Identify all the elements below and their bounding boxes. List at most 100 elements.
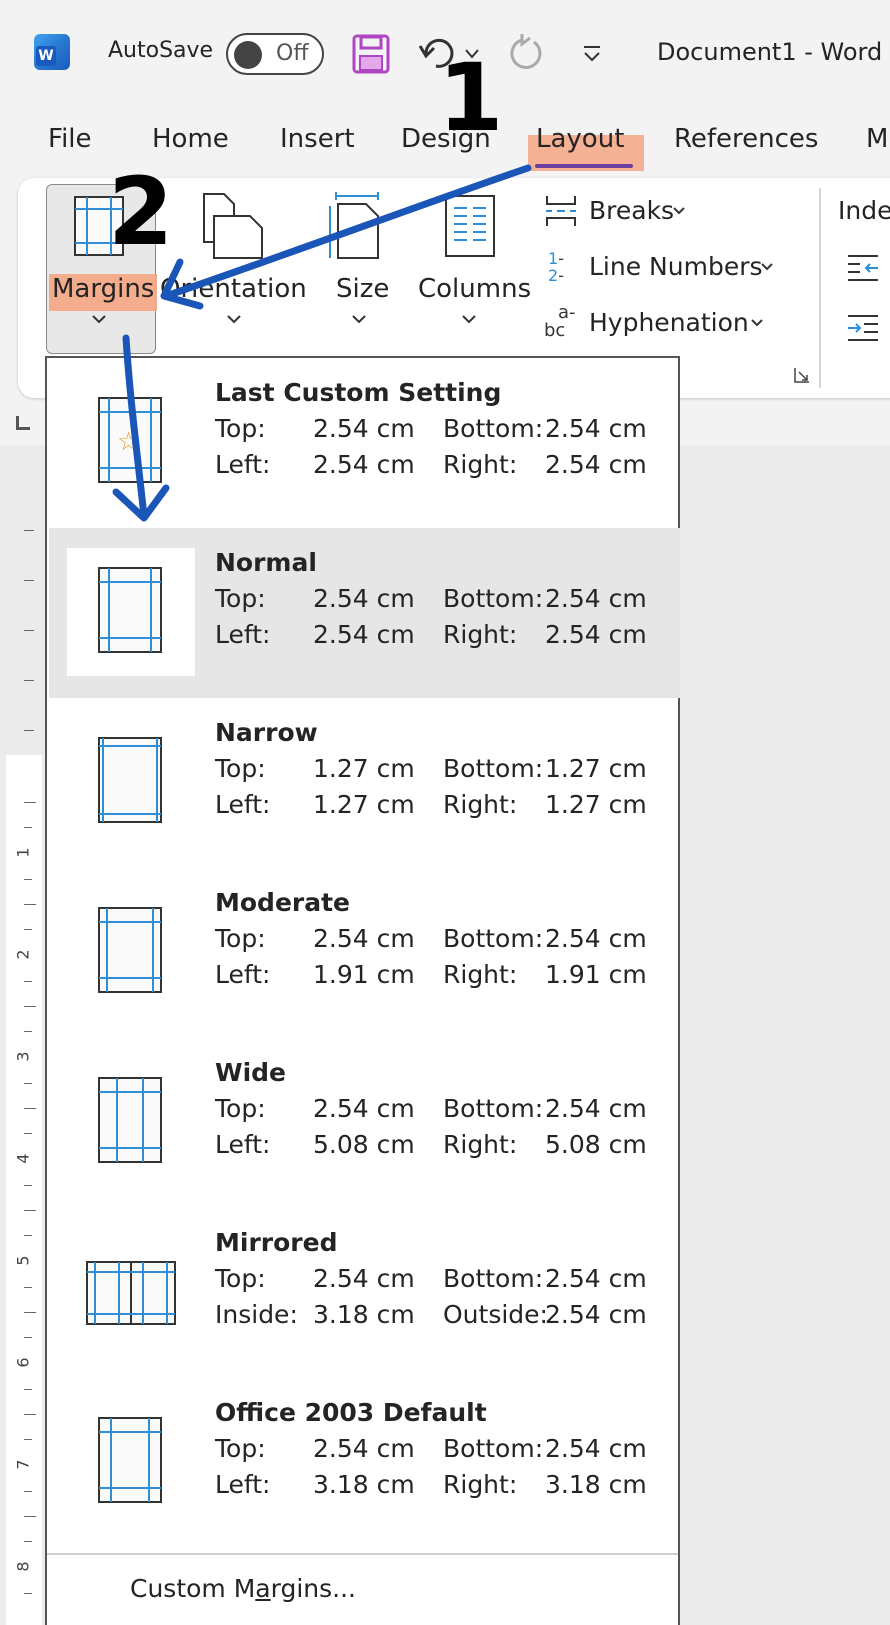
- margin-label: Bottom:: [443, 1434, 544, 1463]
- ruler-tick: [24, 1210, 36, 1211]
- step-1-annotation: 1: [438, 44, 504, 153]
- tab-references[interactable]: References: [674, 124, 818, 154]
- ruler-number: 7: [13, 1459, 33, 1470]
- step-2-annotation: 2: [108, 158, 174, 267]
- last-custom-margins-icon: ☆: [67, 378, 195, 506]
- ruler-number: 8: [13, 1561, 33, 1572]
- margin-label: Outside:: [443, 1300, 548, 1329]
- office2003-margins-icon: [67, 1398, 195, 1526]
- wide-margins-icon: [67, 1058, 195, 1186]
- page-setup-launcher-icon[interactable]: [793, 366, 811, 384]
- indent-left-icon[interactable]: [846, 252, 880, 282]
- line-numbers-icon[interactable]: 1- 2-: [548, 250, 578, 286]
- margin-value: 1.27 cm: [545, 754, 647, 783]
- margins-option-normal[interactable]: Normal Top: 2.54 cm Bottom: 2.54 cm Left: 2.54…: [49, 528, 680, 698]
- margin-label: Bottom:: [443, 1264, 544, 1293]
- customize-qat-icon[interactable]: [582, 44, 604, 64]
- margins-option-office-2003-default[interactable]: Office 2003 Default Top: 2.54 cm Bottom: 2.5…: [49, 1378, 680, 1548]
- ruler-number: 1: [13, 847, 33, 858]
- margin-value: 2.54 cm: [313, 1264, 415, 1293]
- autosave-toggle[interactable]: Off: [226, 33, 324, 75]
- custom-margins-item[interactable]: Custom Margins...: [130, 1574, 356, 1603]
- margin-value: 2.54 cm: [545, 1300, 647, 1329]
- margin-value: 2.54 cm: [545, 620, 647, 649]
- ruler-tick: [24, 1312, 36, 1313]
- ruler-number: 5: [13, 1255, 33, 1266]
- tab-home[interactable]: Home: [152, 124, 229, 154]
- redo-icon[interactable]: [506, 32, 546, 74]
- margin-label: Left:: [215, 960, 271, 989]
- margin-label: Top:: [215, 1434, 266, 1463]
- size-icon[interactable]: [326, 192, 384, 262]
- margins-option-moderate[interactable]: Moderate Top: 2.54 cm Bottom: 2.54 cm Left: 1.…: [49, 868, 680, 1038]
- hyphenation-label[interactable]: Hyphenation: [589, 308, 749, 337]
- margin-label: Top:: [215, 1094, 266, 1123]
- tab-layout[interactable]: Layout: [536, 124, 624, 154]
- line-numbers-label[interactable]: Line Numbers: [589, 252, 763, 281]
- margins-dropdown: ☆ Last Custom Setting Top: 2.54 cm Bottom: 2.…: [45, 356, 680, 1625]
- ruler-number: 3: [13, 1051, 33, 1062]
- orientation-label[interactable]: Orientation: [160, 274, 307, 304]
- ruler-tick: [24, 1185, 32, 1186]
- ruler-tick: [24, 1083, 32, 1084]
- margin-value: 1.91 cm: [313, 960, 415, 989]
- ruler-tick: [24, 580, 34, 581]
- margin-value: 2.54 cm: [313, 450, 415, 479]
- ruler-tick: [24, 1439, 32, 1440]
- ruler-tick: [24, 680, 34, 681]
- margin-label: Top:: [215, 584, 266, 613]
- tab-file[interactable]: File: [48, 124, 92, 154]
- tab-more[interactable]: M: [866, 124, 888, 154]
- columns-icon[interactable]: [444, 194, 496, 258]
- ruler-tick: [24, 1516, 36, 1517]
- indent-right-icon[interactable]: [846, 312, 880, 342]
- ruler-number: 2: [13, 949, 33, 960]
- margins-option-last-custom-setting[interactable]: ☆ Last Custom Setting Top: 2.54 cm Bottom: 2.…: [49, 358, 680, 528]
- margin-value: 5.08 cm: [313, 1130, 415, 1159]
- breaks-icon[interactable]: [544, 194, 578, 228]
- margin-label: Left:: [215, 620, 271, 649]
- columns-label[interactable]: Columns: [418, 274, 531, 304]
- margin-value: 2.54 cm: [545, 450, 647, 479]
- vertical-ruler[interactable]: 1 2 3 4 5 6 7 8: [6, 755, 42, 1625]
- tab-selector-icon[interactable]: [16, 416, 30, 430]
- ruler-tick: [24, 1133, 32, 1134]
- mirrored-margins-icon: [67, 1228, 195, 1356]
- margins-option-mirrored[interactable]: Mirrored Top: 2.54 cm Bottom: 2.54 cm Inside:…: [49, 1208, 680, 1378]
- margin-label: Right:: [443, 450, 518, 479]
- line-numbers-chevron-down-icon: [761, 263, 773, 271]
- ruler-number: 6: [13, 1357, 33, 1368]
- normal-margins-icon: [67, 548, 195, 676]
- margin-label: Top:: [215, 754, 266, 783]
- tab-insert[interactable]: Insert: [280, 124, 355, 154]
- margins-option-wide[interactable]: Wide Top: 2.54 cm Bottom: 2.54 cm Left: 5.08 c…: [49, 1038, 680, 1208]
- vertical-ruler-margin: [6, 450, 42, 740]
- margin-value: 2.54 cm: [313, 584, 415, 613]
- save-icon[interactable]: [352, 34, 390, 74]
- breaks-chevron-down-icon: [673, 207, 685, 215]
- margins-option-name: Last Custom Setting: [215, 378, 502, 407]
- svg-text:☆: ☆: [117, 427, 140, 457]
- margin-value: 1.27 cm: [313, 790, 415, 819]
- margin-value: 1.91 cm: [545, 960, 647, 989]
- autosave-label: AutoSave: [108, 38, 214, 63]
- margin-value: 1.27 cm: [313, 754, 415, 783]
- breaks-label[interactable]: Breaks: [589, 196, 674, 225]
- hyphenation-icon[interactable]: a-bc: [544, 304, 578, 344]
- ruler-tick: [24, 1235, 32, 1236]
- margins-option-narrow[interactable]: Narrow Top: 1.27 cm Bottom: 1.27 cm Left: 1.27…: [49, 698, 680, 868]
- margin-value: 2.54 cm: [545, 1264, 647, 1293]
- ruler-tick: [24, 1006, 36, 1007]
- margin-label: Left:: [215, 1130, 271, 1159]
- size-label[interactable]: Size: [336, 274, 389, 304]
- ruler-tick: [24, 1108, 36, 1109]
- moderate-margins-icon: [67, 888, 195, 1016]
- document-title: Document1 - Word: [657, 38, 883, 66]
- margins-option-name: Narrow: [215, 718, 318, 747]
- ruler-tick: [24, 1414, 36, 1415]
- margins-option-name: Normal: [215, 548, 317, 577]
- margin-label: Bottom:: [443, 754, 544, 783]
- ruler-tick: [24, 1287, 32, 1288]
- ruler-tick: [24, 530, 34, 531]
- orientation-icon[interactable]: [200, 192, 266, 262]
